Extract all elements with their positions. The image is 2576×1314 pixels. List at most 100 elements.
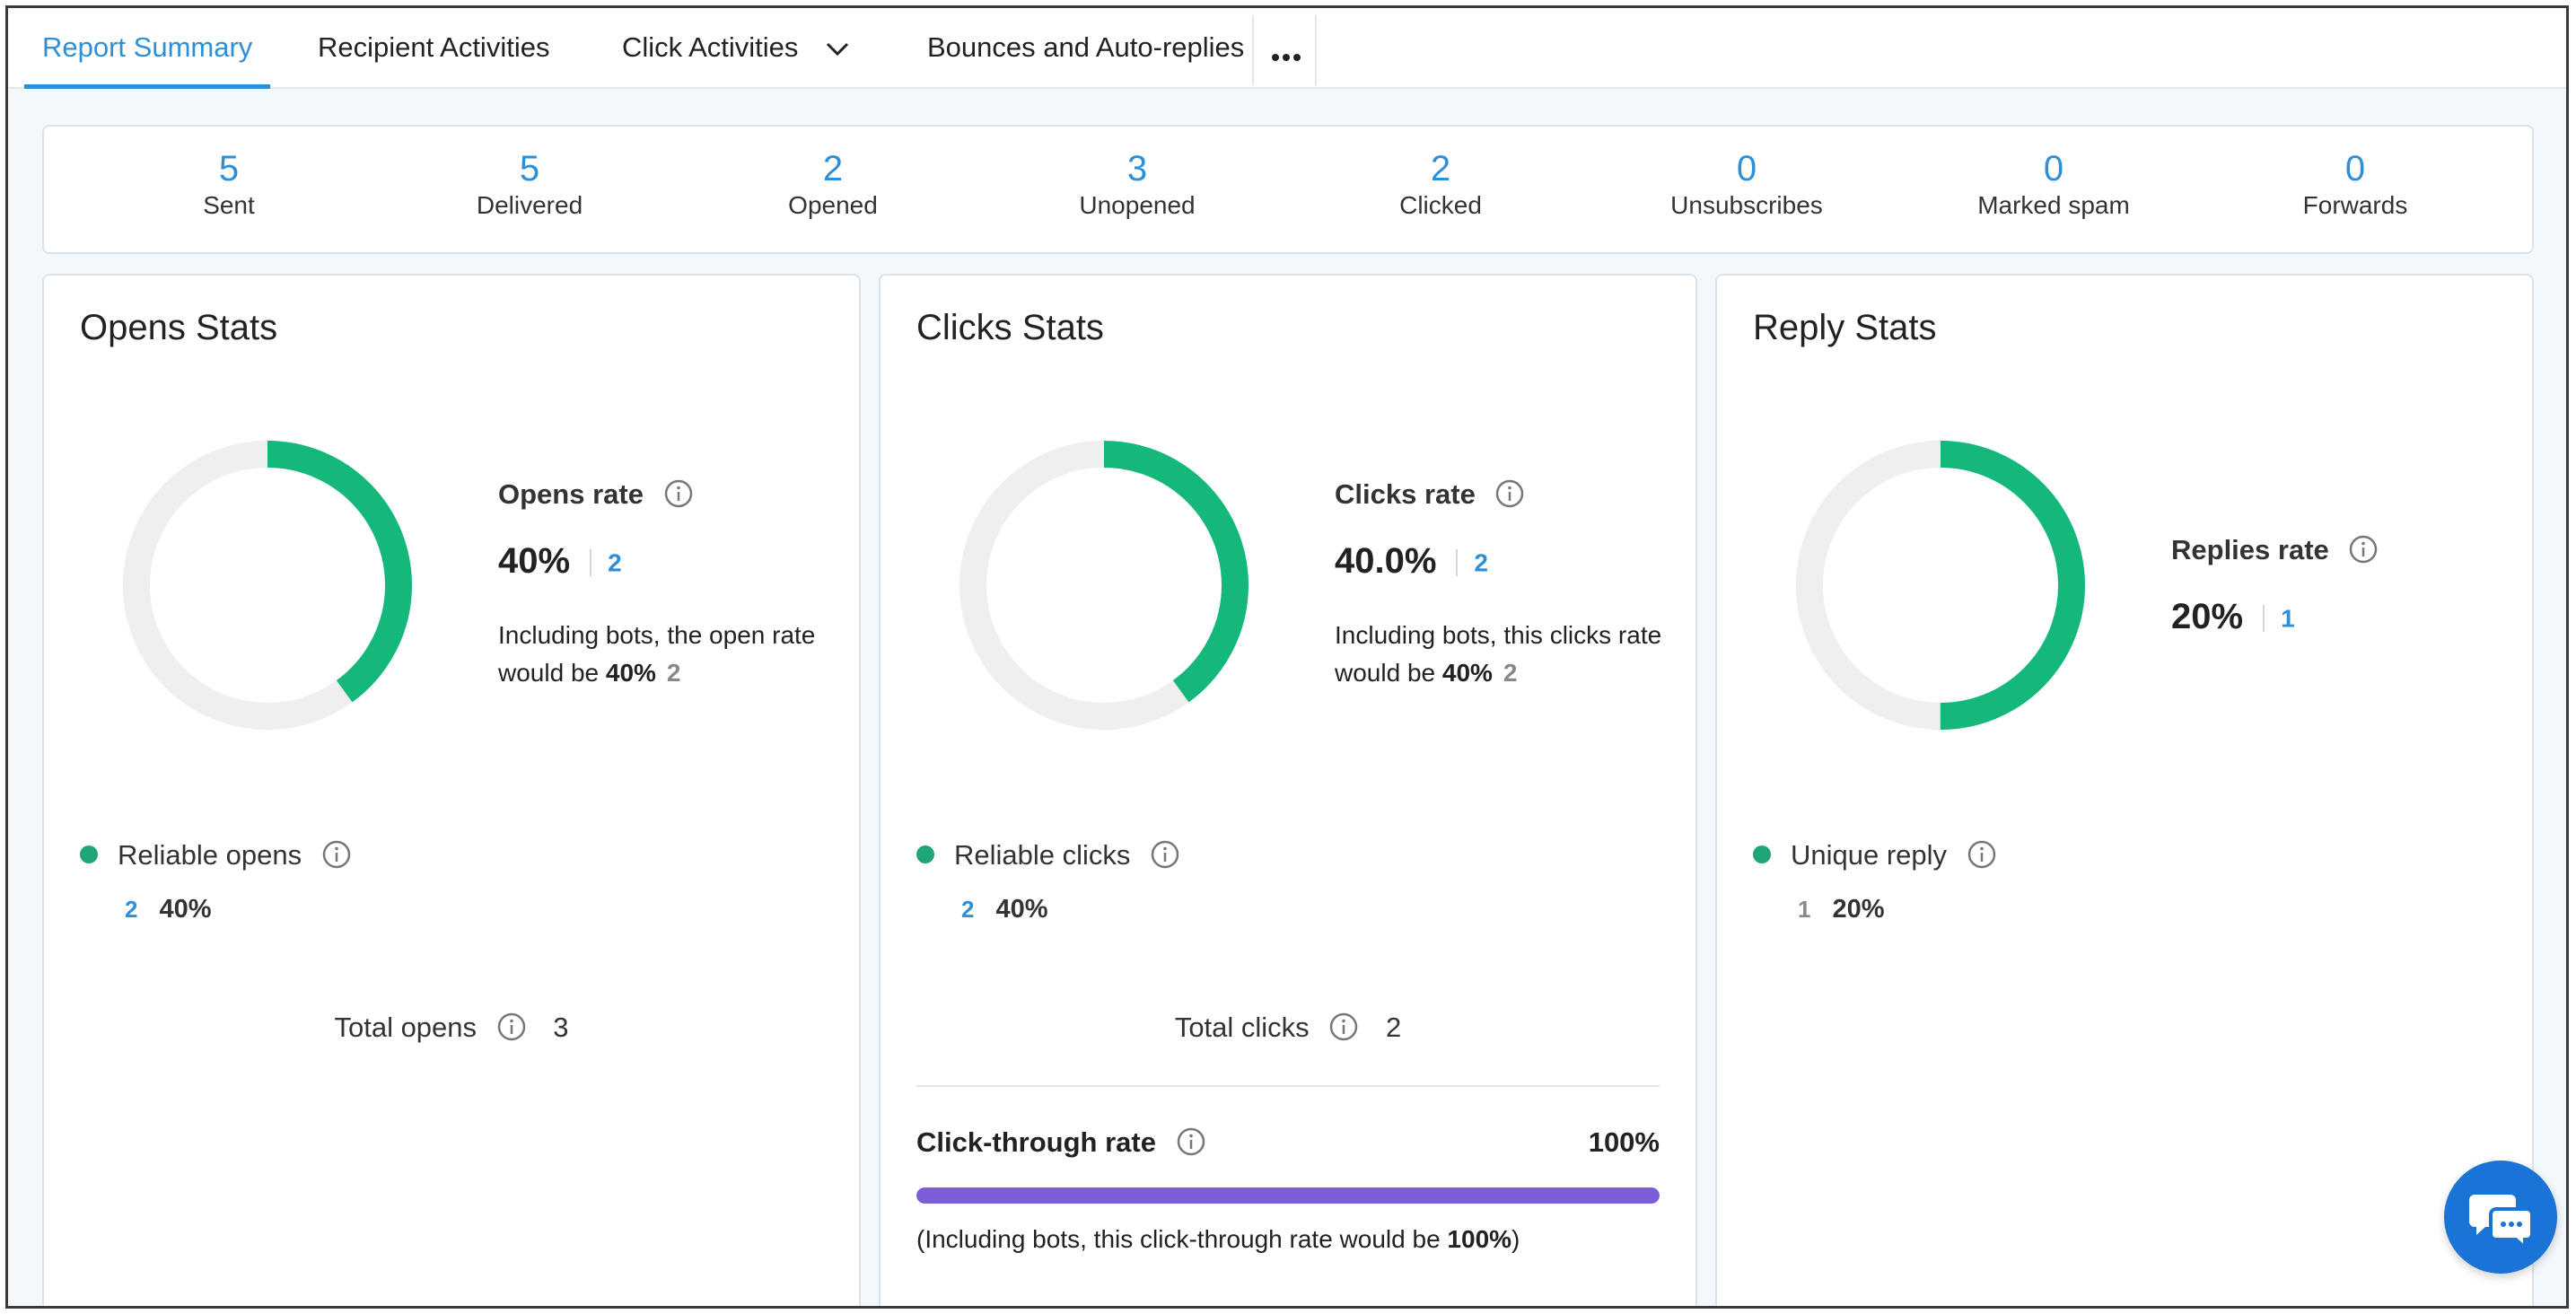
- info-icon[interactable]: [1967, 840, 1996, 869]
- total-value: 2: [1385, 1012, 1402, 1043]
- stat-clicked[interactable]: 2 Clicked: [1324, 148, 1557, 222]
- legend-count[interactable]: 2: [961, 896, 974, 923]
- tab-bounces-auto-replies[interactable]: Bounces and Auto-replies: [927, 8, 1244, 87]
- legend-percent: 20%: [1832, 895, 1885, 924]
- stat-marked-spam[interactable]: 0 Marked spam: [1937, 148, 2170, 222]
- click-through-rate-heading: Click-through rate: [916, 1126, 1205, 1159]
- info-icon[interactable]: [1329, 1012, 1358, 1041]
- opens-rate-heading: Opens rate: [498, 478, 693, 511]
- info-icon[interactable]: [2349, 535, 2378, 564]
- stat-value: 0: [2344, 149, 2366, 188]
- legend-count[interactable]: 2: [125, 896, 137, 923]
- bots-note-count: 2: [1503, 659, 1518, 687]
- bots-note-count: 2: [666, 659, 681, 687]
- summary-stats-bar: 5 Sent 5 Delivered 2 Opened 3 Unopened 2…: [42, 125, 2534, 254]
- card-title: Opens Stats: [80, 308, 278, 347]
- stat-label: Marked spam: [1977, 191, 2130, 219]
- info-icon[interactable]: [1495, 479, 1524, 508]
- replies-rate-label: Replies rate: [2171, 534, 2329, 565]
- reliable-clicks-legend: Reliable clicks: [916, 839, 1179, 872]
- stat-sent[interactable]: 5 Sent: [112, 148, 346, 222]
- clicks-rate-value-row: 40.0% 2: [1335, 541, 1488, 582]
- ctr-note-suffix: ): [1511, 1225, 1520, 1253]
- clicks-stats-card: Clicks Stats Clicks rate 40.0% 2 Includin…: [879, 274, 1697, 1306]
- reply-stats-card: Reply Stats Replies rate 20% 1 Unique rep…: [1715, 274, 2534, 1306]
- report-window: Report Summary Recipient Activities Clic…: [5, 5, 2569, 1309]
- replies-rate-value: 20%: [2171, 597, 2244, 636]
- legend-dot: [80, 845, 98, 863]
- ctr-note-prefix: (Including bots, this click-through rate…: [916, 1225, 1441, 1253]
- replies-donut-chart: [1796, 441, 2085, 730]
- legend-dot: [1753, 845, 1771, 863]
- stat-unopened[interactable]: 3 Unopened: [1021, 148, 1254, 222]
- stat-label: Delivered: [476, 191, 583, 219]
- opens-rate-value-row: 40% 2: [498, 541, 622, 582]
- legend-count: 1: [1798, 896, 1811, 923]
- tab-recipient-activities[interactable]: Recipient Activities: [318, 8, 549, 87]
- ctr-note-value: 100%: [1447, 1225, 1512, 1253]
- stat-value: 2: [1430, 149, 1451, 188]
- stat-unsubscribes[interactable]: 0 Unsubscribes: [1630, 148, 1863, 222]
- total-clicks: Total clicks 2: [881, 1012, 1695, 1044]
- stat-delivered[interactable]: 5 Delivered: [413, 148, 646, 222]
- reliable-clicks-values: 2 40%: [961, 895, 1048, 924]
- stat-label: Forwards: [2302, 191, 2408, 219]
- tab-click-activities[interactable]: Click Activities: [622, 8, 849, 87]
- info-icon[interactable]: [664, 479, 693, 508]
- more-tabs-button[interactable]: [1252, 15, 1317, 85]
- clicks-rate-count[interactable]: 2: [1474, 548, 1488, 576]
- divider: [2263, 605, 2265, 633]
- stat-value: 3: [1126, 149, 1148, 188]
- stat-label: Opened: [788, 191, 878, 219]
- reliable-opens-legend: Reliable opens: [80, 839, 351, 872]
- clicks-bots-note: Including bots, this clicks rate would b…: [1335, 617, 1676, 692]
- legend-label: Unique reply: [1791, 839, 1948, 871]
- ctr-bots-note: (Including bots, this click-through rate…: [916, 1225, 1520, 1254]
- bots-note-rate: 40%: [605, 659, 656, 687]
- clicks-rate-label: Clicks rate: [1335, 478, 1476, 510]
- stat-label: Unsubscribes: [1670, 191, 1823, 219]
- stat-value: 0: [1736, 149, 1757, 188]
- chat-button[interactable]: [2444, 1161, 2557, 1274]
- clicks-rate-heading: Clicks rate: [1335, 478, 1524, 511]
- stat-value: 5: [519, 149, 540, 188]
- info-icon[interactable]: [1177, 1127, 1205, 1156]
- card-title: Clicks Stats: [916, 308, 1104, 347]
- opens-rate-label: Opens rate: [498, 478, 644, 510]
- stat-label: Sent: [203, 191, 255, 219]
- total-label: Total clicks: [1174, 1012, 1310, 1043]
- stat-value: 2: [822, 149, 844, 188]
- unique-reply-legend: Unique reply: [1753, 839, 1996, 872]
- chevron-down-icon: [826, 42, 849, 56]
- card-title: Reply Stats: [1753, 308, 1937, 347]
- bots-note-rate: 40%: [1441, 659, 1493, 687]
- ctr-progress-bar: [916, 1187, 1660, 1204]
- opens-stats-card: Opens Stats Opens rate 40% 2 Including bo…: [42, 274, 861, 1306]
- tab-report-summary[interactable]: Report Summary: [23, 8, 271, 89]
- clicks-rate-value: 40.0%: [1335, 541, 1437, 581]
- legend-label: Reliable clicks: [954, 839, 1131, 871]
- stat-opened[interactable]: 2 Opened: [716, 148, 950, 222]
- divider: [590, 549, 592, 577]
- total-label: Total opens: [334, 1012, 478, 1043]
- stat-value: 0: [2043, 149, 2064, 188]
- replies-rate-count[interactable]: 1: [2281, 604, 2295, 632]
- stat-forwards[interactable]: 0 Forwards: [2239, 148, 2472, 222]
- stat-value: 5: [218, 149, 240, 188]
- info-icon[interactable]: [322, 840, 351, 869]
- opens-rate-count[interactable]: 2: [608, 548, 622, 576]
- tab-click-activities-label: Click Activities: [622, 31, 799, 63]
- stat-label: Clicked: [1399, 191, 1482, 219]
- bots-note-text: Including bots, the open rate would be: [498, 621, 816, 687]
- legend-label: Reliable opens: [118, 839, 302, 871]
- clicks-donut-chart: [959, 441, 1249, 730]
- ctr-progress-fill: [916, 1187, 1660, 1204]
- ctr-label: Click-through rate: [916, 1126, 1156, 1158]
- legend-dot: [916, 845, 934, 863]
- opens-donut-chart: [123, 441, 412, 730]
- divider: [1456, 549, 1459, 577]
- total-opens: Total opens 3: [44, 1012, 859, 1044]
- info-icon[interactable]: [1151, 840, 1179, 869]
- unique-reply-values: 1 20%: [1798, 895, 1885, 924]
- info-icon[interactable]: [497, 1012, 526, 1041]
